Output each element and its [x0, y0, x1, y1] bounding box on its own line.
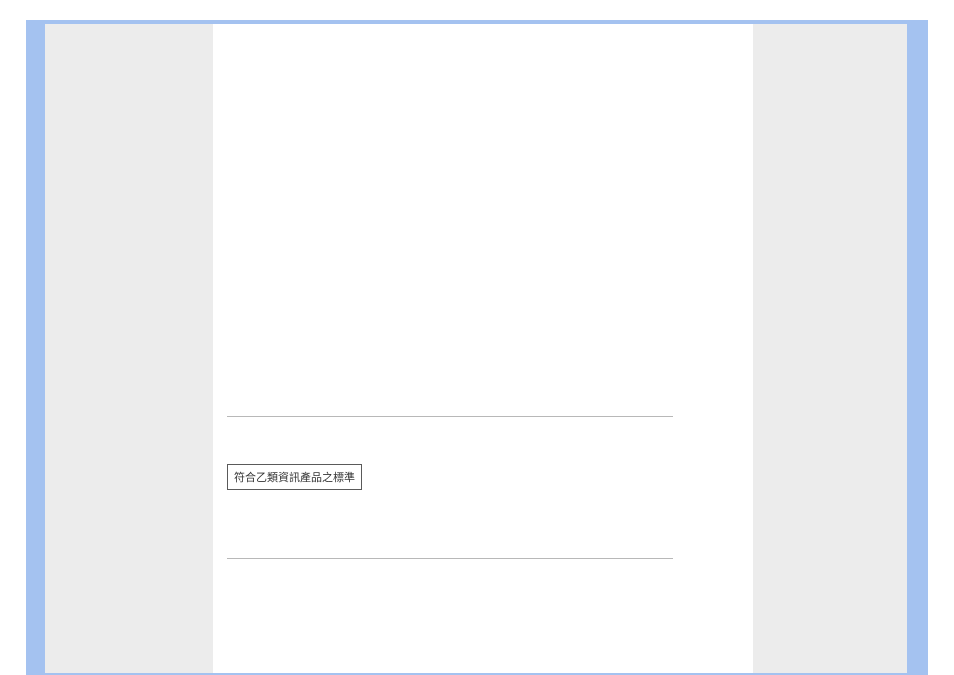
compliance-label-text: 符合乙類資訊產品之標準	[234, 472, 355, 484]
horizontal-divider-top	[227, 416, 673, 417]
compliance-label-box: 符合乙類資訊產品之標準	[227, 464, 362, 490]
document-page[interactable]: 符合乙類資訊產品之標準	[213, 24, 753, 673]
horizontal-divider-bottom	[227, 558, 673, 559]
right-margin-panel	[753, 24, 907, 673]
content-area: 符合乙類資訊產品之標準	[227, 24, 673, 673]
left-margin-panel	[45, 24, 213, 673]
document-viewer-container: 符合乙類資訊產品之標準	[0, 0, 954, 675]
